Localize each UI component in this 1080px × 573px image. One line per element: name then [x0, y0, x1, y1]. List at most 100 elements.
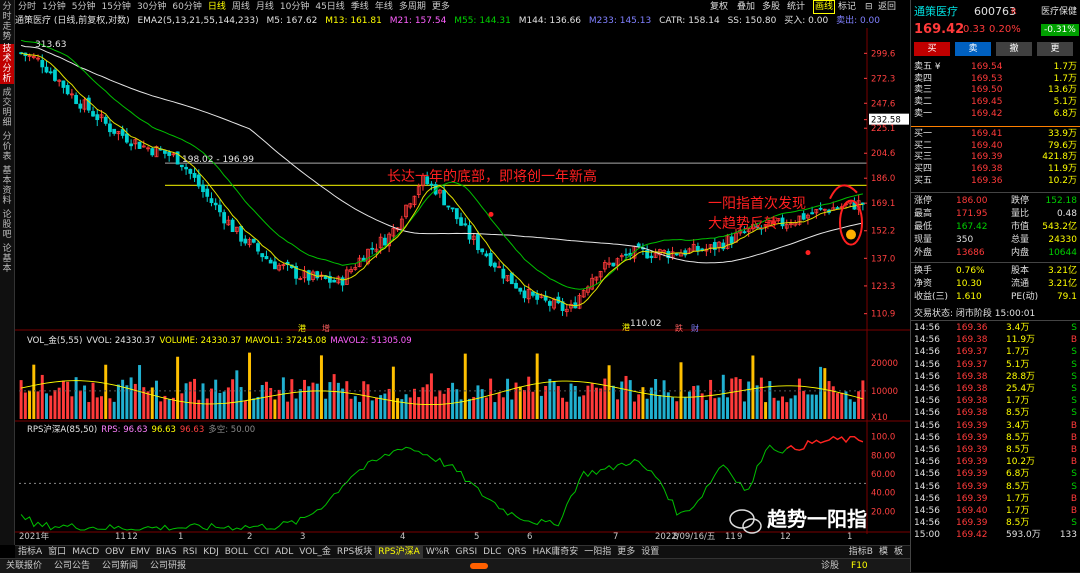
tick-time: 14:56 — [914, 371, 940, 382]
stat-value: 186.00 — [956, 196, 988, 206]
signal-dot — [488, 211, 494, 217]
stat-label: PE(动) — [1011, 292, 1039, 302]
tick-side: B — [1070, 432, 1077, 443]
price-change-pct: 0.20% — [989, 24, 1021, 35]
cancel-order-button[interactable]: 撤 — [996, 42, 1032, 56]
price-axis-label: 272.3 — [871, 74, 895, 84]
volume-bar — [370, 400, 374, 419]
period-5min[interactable]: 5分钟 — [69, 0, 99, 14]
tick-volume: 8.5万 — [1006, 432, 1030, 443]
tick-row: 14:56 169.39 8.5万 B — [911, 433, 1080, 444]
tab-basic-info[interactable]: 基本资料 — [0, 166, 14, 206]
period-10min[interactable]: 10分钟 — [277, 0, 312, 14]
candle-body — [383, 237, 387, 246]
candle-body — [268, 259, 273, 264]
tick-side: S — [1071, 396, 1077, 407]
volume-bar — [641, 387, 645, 419]
candle-body — [488, 252, 493, 266]
stat-value: 10644 — [1048, 248, 1077, 258]
tick-volume: 25.4万 — [1006, 384, 1036, 394]
candle-body — [264, 256, 269, 260]
period-45day[interactable]: 45日线 — [312, 0, 347, 14]
tick-side: S — [1071, 481, 1077, 492]
period-monthly[interactable]: 月线 — [253, 0, 277, 14]
volume-bar — [628, 380, 632, 419]
stat-value: 152.18 — [1045, 196, 1078, 206]
axes: 299.6272.3247.6232.58225.1204.6186.0169.… — [15, 28, 910, 542]
diagnose-button[interactable]: 诊股 — [815, 559, 845, 573]
candle-body — [674, 253, 679, 256]
volume-bar — [273, 399, 277, 419]
volume-bar — [764, 402, 768, 419]
period-more[interactable]: 更多 — [429, 0, 453, 14]
tab-price-table[interactable]: 分价表 — [0, 132, 14, 162]
date-axis-label: 12 — [127, 532, 138, 542]
volume-bar — [319, 355, 323, 419]
tab-fundamental[interactable]: 论基本 — [0, 244, 14, 274]
fundamental-stat-row: 收益(三) 1.610 PE(动) 79.1 — [911, 292, 1080, 303]
candle-body — [514, 282, 518, 289]
period-quarterly[interactable]: 季线 — [348, 0, 372, 14]
volume-bar — [171, 397, 175, 419]
volume-bar — [176, 356, 180, 419]
candle-body — [518, 287, 523, 292]
tick-price: 169.38 — [956, 335, 988, 346]
volume-bar — [387, 388, 391, 419]
draw-line-button[interactable]: 画线 — [813, 0, 836, 14]
volume-bar — [717, 397, 721, 419]
date-axis-label: 4 — [400, 532, 405, 542]
period-15min[interactable]: 15分钟 — [98, 0, 133, 14]
sell-book-row: 卖三 169.50 13.6万 — [911, 85, 1080, 96]
more-button[interactable]: 更 — [1037, 42, 1073, 56]
tab-intraday[interactable]: 分时走势 — [0, 2, 14, 42]
sell-button[interactable]: 卖 — [955, 42, 991, 56]
candle-body — [184, 166, 188, 170]
volume-pane — [19, 352, 867, 419]
multi-stock-button[interactable]: 多股 — [762, 0, 780, 14]
quote-panel: 通策医疗 600763 R 医疗保健 169.42 0.33 0.20% -0.… — [910, 0, 1080, 572]
volume-bar — [844, 391, 848, 419]
volume-bar — [662, 380, 666, 419]
period-yearly[interactable]: 年线 — [372, 0, 396, 14]
candle-body — [611, 262, 616, 267]
overlay-button[interactable]: 叠加 — [737, 0, 755, 14]
volume-bar — [49, 395, 53, 419]
stat-label: 净资 — [914, 279, 933, 289]
volume-bar — [852, 401, 856, 419]
candle-body — [332, 279, 337, 283]
stats-button[interactable]: 统计 — [787, 0, 805, 14]
company-news-link[interactable]: 公司新闻 — [96, 559, 144, 573]
volume-header: VOL_金(5,55) VVOL: 24330.37 VOLUME: 24330.3… — [27, 335, 412, 346]
tab-forum[interactable]: 论股吧 — [0, 210, 14, 240]
f10-button[interactable]: F10 — [845, 559, 874, 573]
period-multi[interactable]: 多周期 — [396, 0, 429, 14]
period-weekly[interactable]: 周线 — [229, 0, 253, 14]
period-30min[interactable]: 30分钟 — [134, 0, 169, 14]
restore-button[interactable]: 复权 — [710, 0, 728, 14]
period-intraday[interactable]: 分时 — [15, 0, 39, 14]
volume-bar — [383, 393, 387, 419]
mark-button[interactable]: 标记 — [838, 0, 856, 14]
tab-trade-detail[interactable]: 成交明细 — [0, 88, 14, 128]
company-research-link[interactable]: 公司研报 — [144, 559, 192, 573]
tab-technical-analysis[interactable]: 技术分析 — [0, 44, 14, 84]
kline-chart[interactable]: 299.6272.3247.6232.58225.1204.6186.0169.… — [15, 28, 910, 543]
period-60min[interactable]: 60分钟 — [169, 0, 204, 14]
rps-strong-line — [786, 435, 864, 451]
stat-value: 0.76% — [956, 266, 985, 276]
tick-volume: 3.4万 — [1006, 323, 1030, 333]
volume-bar — [133, 383, 137, 419]
tick-price: 169.39 — [956, 420, 988, 431]
buy-button[interactable]: 买 — [914, 42, 950, 56]
period-1min[interactable]: 1分钟 — [39, 0, 69, 14]
volume-bar — [730, 378, 734, 419]
company-announce-link[interactable]: 公司公告 — [48, 559, 96, 573]
period-daily[interactable]: 日线 — [205, 0, 229, 14]
sector-tag[interactable]: 医疗保健 — [1041, 4, 1077, 20]
tick-price: 169.39 — [956, 481, 988, 492]
related-quote-link[interactable]: 关联报价 — [0, 559, 48, 573]
zoom-out-button[interactable]: ⊟ — [865, 0, 873, 14]
back-button[interactable]: 返回 — [878, 0, 896, 14]
ma-green-line — [20, 39, 863, 290]
tick-price: 169.36 — [956, 323, 988, 333]
